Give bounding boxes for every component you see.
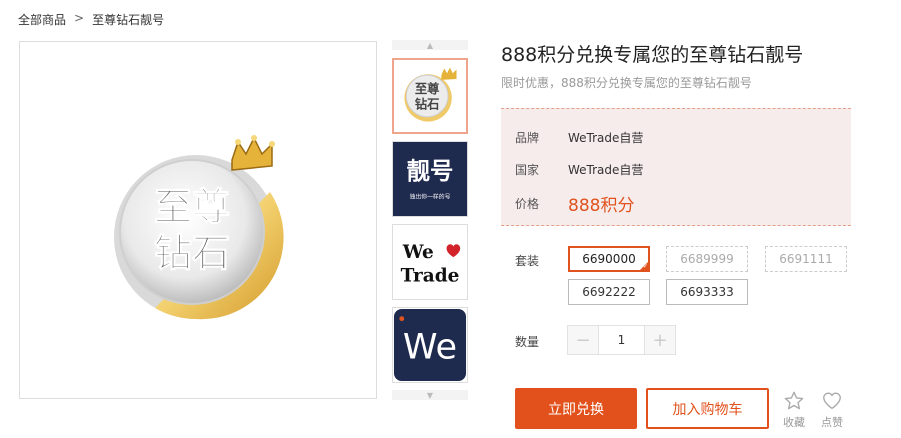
sku-option-text: 6693333: [680, 285, 734, 299]
we-logo-icon: We: [393, 308, 467, 382]
price-label: 价格: [515, 197, 540, 211]
sku-option-6691111: 6691111: [765, 246, 847, 272]
country-row: 国家 WeTrade自营: [515, 161, 643, 178]
thumb-badge-text-bottom: 钻石: [415, 96, 440, 111]
badge-text-bottom: 钻石: [154, 231, 230, 275]
brand-value: WeTrade自营: [568, 131, 644, 145]
brand-row: 品牌 WeTrade自营: [515, 129, 643, 146]
breadcrumb-current[interactable]: 至尊钻石靓号: [92, 11, 164, 28]
sku-option-text: 6690000: [582, 252, 636, 266]
sku-option-text: 6691111: [779, 252, 833, 266]
star-icon: [784, 391, 804, 410]
add-to-cart-button[interactable]: 加入购物车: [646, 388, 769, 429]
product-main-image: 至尊 钻石: [19, 41, 377, 399]
diamond-badge-icon: 至尊 钻石: [114, 135, 284, 320]
sku-option-text: 6689999: [680, 252, 734, 266]
thumbnail-we-logo[interactable]: We: [392, 307, 468, 383]
heart-outline-icon: [823, 392, 841, 410]
like-action[interactable]: 点赞: [817, 390, 847, 430]
redeem-now-button[interactable]: 立即兑换: [515, 388, 637, 429]
breadcrumb-root-link[interactable]: 全部商品: [18, 11, 66, 28]
sku-label: 套装: [515, 254, 540, 268]
thumbnail-scroll-up-button[interactable]: ▲: [392, 40, 468, 50]
quantity-decrease-button[interactable]: −: [568, 326, 598, 354]
quantity-stepper: − 1 +: [567, 325, 676, 355]
thumb-we-text: We: [402, 242, 434, 263]
favorite-action[interactable]: 收藏: [779, 390, 809, 430]
thumbnail-scroll-down-button[interactable]: ▼: [392, 390, 468, 400]
country-value: WeTrade自营: [568, 163, 644, 177]
favorite-label: 收藏: [783, 416, 805, 429]
product-info-box: 品牌 WeTrade自营 国家 WeTrade自营 价格 888积分: [501, 108, 851, 226]
thumbnail-we-trade[interactable]: We Trade: [392, 224, 468, 300]
quantity-label: 数量: [515, 335, 540, 349]
thumb-badge-text-top: 至尊: [415, 81, 440, 96]
thumb-trade-text: Trade: [401, 265, 460, 286]
sku-option-text: 6692222: [582, 285, 636, 299]
thumb-liang-hao-subtext: 独出你一样的号: [410, 192, 451, 200]
sku-option-6689999: 6689999: [666, 246, 748, 272]
badge-text-top: 至尊: [154, 185, 230, 229]
diamond-badge-icon: 至尊 钻石: [404, 67, 457, 122]
brand-label: 品牌: [515, 131, 540, 145]
thumbnail-liang-hao[interactable]: 靓号 独出你一样的号: [392, 141, 468, 217]
price-value: 888积分: [568, 196, 635, 216]
thumbnail-strip: ▲ 至尊 钻石 靓号 独出你一样的号 We Trade We ▼: [392, 40, 468, 400]
breadcrumb: 全部商品 > 至尊钻石靓号: [18, 11, 164, 28]
liang-hao-icon: 靓号 独出你一样的号: [393, 142, 467, 216]
sku-option-6693333[interactable]: 6693333: [666, 279, 748, 305]
quantity-increase-button[interactable]: +: [645, 326, 675, 354]
check-icon: ✓: [642, 263, 648, 270]
thumb-we-logo-text: We: [403, 327, 457, 368]
thumb-liang-hao-text: 靓号: [407, 157, 454, 185]
thumbnail-diamond-badge[interactable]: 至尊 钻石: [392, 58, 468, 134]
sku-option-6690000[interactable]: 6690000 ✓: [568, 246, 650, 272]
product-title: 888积分兑换专属您的至尊钻石靓号: [501, 44, 804, 66]
product-subtitle: 限时优惠，888积分兑换专属您的至尊钻石靓号: [501, 76, 752, 90]
price-row: 价格 888积分: [515, 191, 634, 216]
country-label: 国家: [515, 163, 540, 177]
we-trade-logo-icon: We Trade: [393, 225, 467, 299]
quantity-input[interactable]: 1: [598, 326, 645, 354]
sku-option-6692222[interactable]: 6692222: [568, 279, 650, 305]
breadcrumb-separator: >: [74, 11, 85, 25]
like-label: 点赞: [821, 416, 843, 429]
